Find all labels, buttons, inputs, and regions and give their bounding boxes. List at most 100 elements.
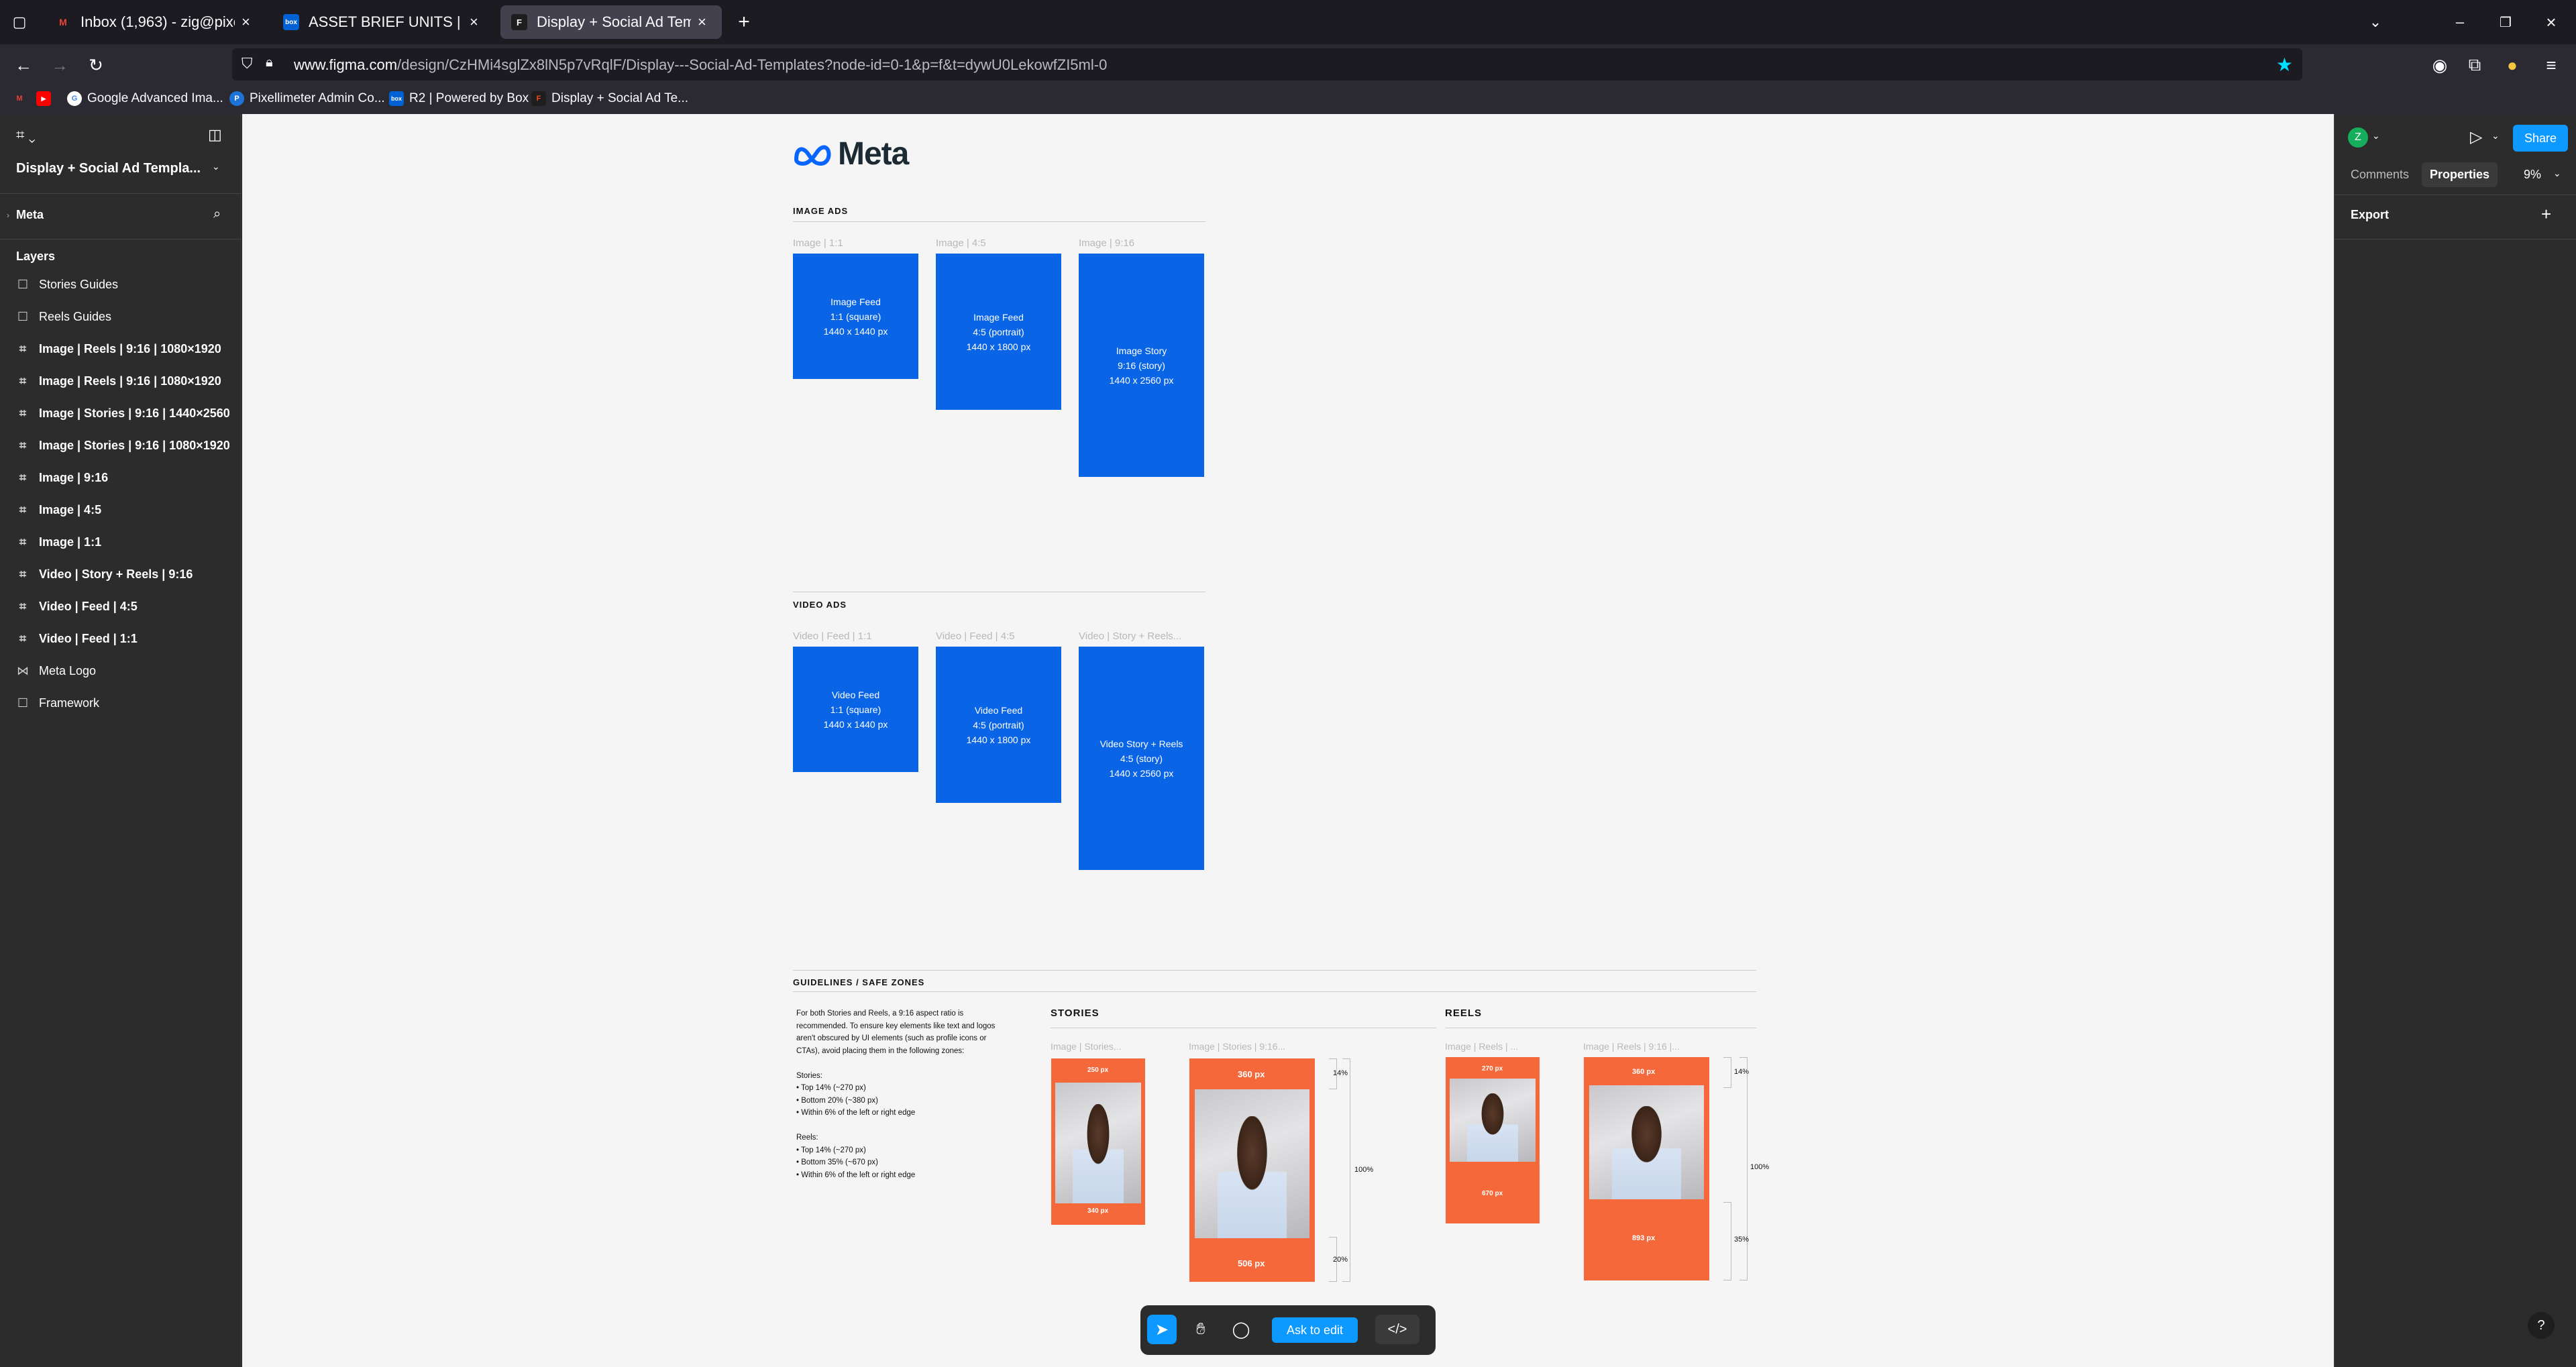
stories-frame-small[interactable]: 250 px 340 px <box>1051 1058 1145 1225</box>
frame-label[interactable]: Image | Reels | 9:16 |... <box>1583 1041 1680 1052</box>
ask-to-edit-button[interactable]: Ask to edit <box>1272 1317 1358 1343</box>
add-export-icon[interactable]: + <box>2541 204 2551 225</box>
present-chevron-icon[interactable]: ⌄ <box>2491 130 2500 142</box>
close-tab-icon[interactable]: × <box>241 13 250 31</box>
frame-label[interactable]: Video | Feed | 1:1 <box>793 631 872 642</box>
layer-item[interactable]: ☐ Reels Guides <box>16 303 111 330</box>
layer-item[interactable]: ⋈ Meta Logo <box>16 657 96 684</box>
file-menu-chevron-icon[interactable]: ⌄ <box>212 161 220 172</box>
back-icon[interactable]: ← <box>11 52 36 78</box>
tab-box[interactable]: box ASSET BRIEF UNITS | Powered b × <box>272 5 494 39</box>
tab-figma[interactable]: F Display + Social Ad Templates × <box>500 5 722 39</box>
reload-icon[interactable]: ↻ <box>83 52 109 78</box>
zoom-level[interactable]: 9% <box>2524 168 2541 182</box>
layer-item[interactable]: ⌗ Image | Reels | 9:16 | 1080×1920 <box>16 368 221 394</box>
layer-item[interactable]: ⌗ Video | Feed | 4:5 <box>16 593 138 620</box>
tab-gmail[interactable]: M Inbox (1,963) - zig@pixellimeter × <box>44 5 266 39</box>
move-tool-icon[interactable]: ➤ <box>1147 1315 1177 1344</box>
frame-image-4-5[interactable]: Image Feed 4:5 (portrait) 1440 x 1800 px <box>936 254 1061 410</box>
shield-icon[interactable]: ⛉ <box>241 55 253 72</box>
grid-frame-icon: ⌗ <box>19 631 27 645</box>
avatar-chevron-icon[interactable]: ⌄ <box>2372 130 2380 142</box>
bookmark-box[interactable]: box R2 | Powered by Box <box>389 91 529 106</box>
close-tab-icon[interactable]: × <box>698 13 706 31</box>
page-name[interactable]: Meta <box>16 208 44 222</box>
restore-icon[interactable]: ❐ <box>2493 9 2518 35</box>
tab-properties[interactable]: Properties <box>2422 162 2498 187</box>
layer-item[interactable]: ⌗ Image | 4:5 <box>16 496 101 523</box>
dev-mode-icon[interactable]: </> <box>1375 1315 1419 1344</box>
bookmark-youtube[interactable]: ▶ <box>36 91 56 106</box>
design-canvas[interactable]: Meta IMAGE ADS Image | 1:1 Image Feed 1:… <box>242 114 2334 1367</box>
address-bar[interactable]: ⛉ 🔒︎ www.figma.com/design/CzHMi4sglZx8lN… <box>232 48 2302 80</box>
layers-panel: ⌗ ⌄ ◫ Display + Social Ad Templa... ⌄ › … <box>0 114 241 1367</box>
avatar[interactable]: Z <box>2348 127 2368 148</box>
model-photo <box>1055 1083 1141 1203</box>
layer-item[interactable]: ⌗ Image | 9:16 <box>16 464 108 491</box>
stories-frame-large[interactable]: 360 px 506 px <box>1189 1058 1315 1282</box>
safe-zone-top-label: 270 px <box>1482 1065 1503 1073</box>
frame-image-1-1[interactable]: Image Feed 1:1 (square) 1440 x 1440 px <box>793 254 918 379</box>
account-icon[interactable]: ◉ <box>2427 52 2453 78</box>
search-icon[interactable]: ⌕ <box>213 207 221 222</box>
new-tab-icon[interactable]: + <box>731 9 757 35</box>
frame-video-1-1[interactable]: Video Feed 1:1 (square) 1440 x 1440 px <box>793 647 918 772</box>
frame-label[interactable]: Image | Stories | 9:16... <box>1189 1041 1285 1052</box>
menu-icon[interactable]: ≡ <box>2538 52 2564 78</box>
bookmark-google[interactable]: G Google Advanced Ima... <box>67 91 223 106</box>
layer-item[interactable]: ⌗ Video | Feed | 1:1 <box>16 625 138 652</box>
frame-label[interactable]: Image | 9:16 <box>1079 237 1134 249</box>
layer-item[interactable]: ⌗ Image | Stories | 9:16 | 1440×2560 <box>16 400 230 427</box>
tab-overview-icon[interactable]: ▢ <box>7 9 32 35</box>
extensions-icon[interactable]: ⧉ <box>2462 52 2487 78</box>
reels-frame-large[interactable]: 360 px 893 px <box>1584 1057 1709 1280</box>
frame-label[interactable]: Video | Feed | 4:5 <box>936 631 1015 642</box>
bookmark-gmail[interactable]: M <box>12 91 32 106</box>
frame-label[interactable]: Image | 4:5 <box>936 237 986 249</box>
extension-lemon-icon[interactable]: ● <box>2500 52 2525 78</box>
bookmark-pixellimeter[interactable]: P Pixellimeter Admin Co... <box>229 91 385 106</box>
layer-item[interactable]: ☐ Framework <box>16 690 99 716</box>
meta-logo[interactable]: Meta <box>792 135 909 172</box>
top-bracket <box>1723 1057 1731 1088</box>
forward-icon[interactable]: → <box>47 52 72 78</box>
page-expand-icon[interactable]: › <box>7 211 9 220</box>
layers-heading: Layers <box>16 250 56 263</box>
close-tab-icon[interactable]: × <box>470 13 478 31</box>
frame-video-9-16[interactable]: Video Story + Reels 4:5 (story) 1440 x 2… <box>1079 647 1204 870</box>
browser-tab-bar: ▢ M Inbox (1,963) - zig@pixellimeter × b… <box>0 0 2576 44</box>
url-text[interactable]: www.figma.com/design/CzHMi4sglZx8lN5p7vR… <box>294 56 1107 74</box>
guidelines-text: For both Stories and Reels, a 9:16 aspec… <box>796 1009 996 1179</box>
layer-item[interactable]: ☐ Stories Guides <box>16 271 118 298</box>
frame-video-4-5[interactable]: Video Feed 4:5 (portrait) 1440 x 1800 px <box>936 647 1061 803</box>
reels-frame-small[interactable]: 270 px 670 px <box>1446 1057 1540 1223</box>
figma-menu-icon[interactable]: ⌗ ⌄ <box>16 126 36 144</box>
tab-comments[interactable]: Comments <box>2351 168 2409 182</box>
toggle-sidebar-icon[interactable]: ◫ <box>208 126 222 144</box>
layer-item[interactable]: ⌗ Image | 1:1 <box>16 529 101 555</box>
layer-item[interactable]: ⌗ Video | Story + Reels | 9:16 <box>16 561 193 588</box>
frame-icon: ☐ <box>17 309 29 323</box>
close-window-icon[interactable]: × <box>2538 9 2564 35</box>
lock-icon[interactable]: 🔒︎ <box>266 55 273 70</box>
help-icon[interactable]: ? <box>2528 1312 2555 1339</box>
figma-icon: F <box>511 14 527 30</box>
frame-label[interactable]: Video | Story + Reels... <box>1079 631 1181 642</box>
frame-image-9-16[interactable]: Image Story 9:16 (story) 1440 x 2560 px <box>1079 254 1204 477</box>
comment-tool-icon[interactable]: ◯ <box>1226 1315 1256 1344</box>
list-all-tabs-icon[interactable]: ⌄ <box>2363 9 2388 35</box>
share-button[interactable]: Share <box>2513 125 2568 152</box>
file-name[interactable]: Display + Social Ad Templa... <box>16 161 201 176</box>
zoom-chevron-icon[interactable]: ⌄ <box>2553 168 2561 179</box>
hand-tool-icon[interactable]: ✋︎ <box>1186 1315 1216 1344</box>
bookmark-star-icon[interactable]: ★ <box>2276 54 2293 76</box>
minimize-icon[interactable]: – <box>2447 9 2473 35</box>
gmail-icon: M <box>59 17 67 28</box>
frame-label[interactable]: Image | Stories... <box>1051 1041 1122 1052</box>
frame-label[interactable]: Image | 1:1 <box>793 237 843 249</box>
layer-item[interactable]: ⌗ Image | Reels | 9:16 | 1080×1920 <box>16 335 221 362</box>
present-icon[interactable]: ▷ <box>2470 127 2482 147</box>
bookmark-figma[interactable]: F Display + Social Ad Te... <box>531 91 688 106</box>
frame-label[interactable]: Image | Reels | ... <box>1445 1041 1518 1052</box>
layer-item[interactable]: ⌗ Image | Stories | 9:16 | 1080×1920 <box>16 432 230 459</box>
